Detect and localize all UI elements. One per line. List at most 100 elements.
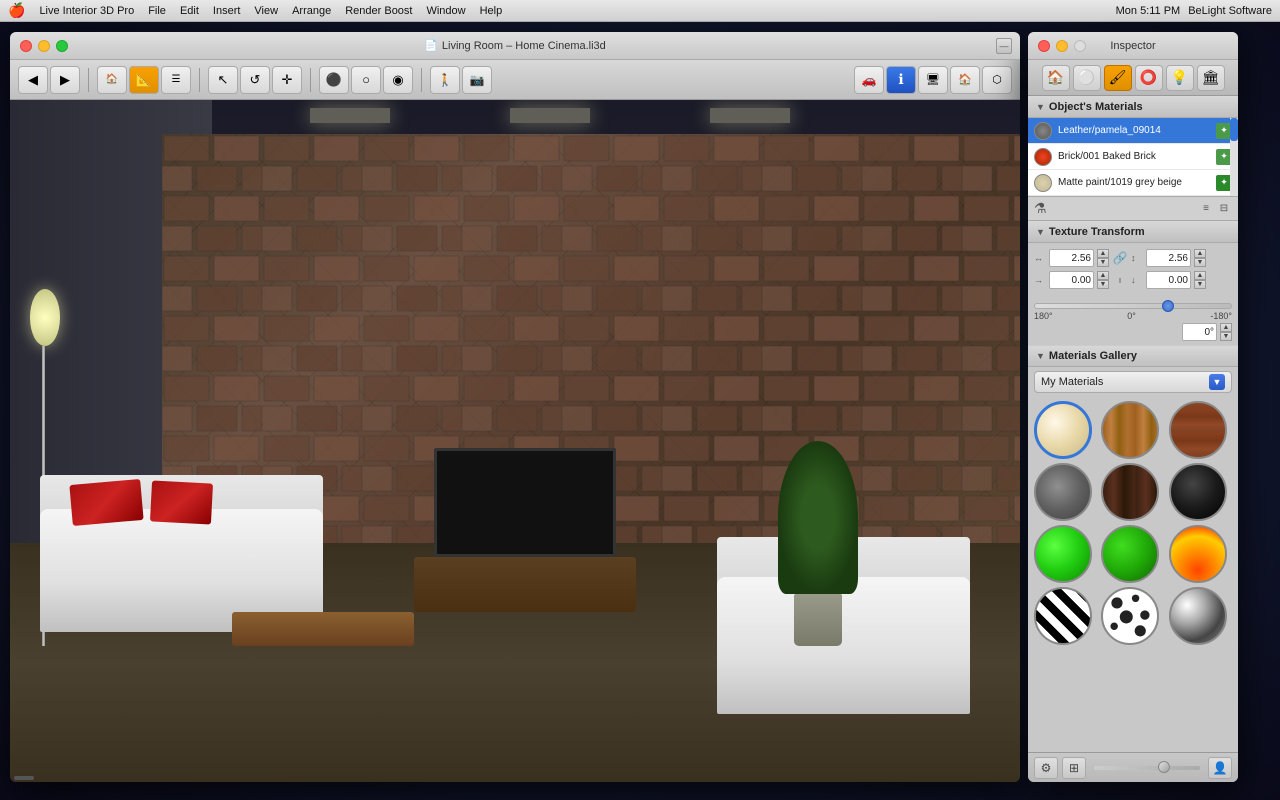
tab-light[interactable]: 💡 bbox=[1166, 65, 1194, 91]
materials-scrollbar[interactable] bbox=[1230, 118, 1238, 196]
nav-toolbar-group: ◀ ▶ bbox=[18, 66, 80, 94]
menu-help[interactable]: Help bbox=[480, 5, 503, 17]
width-step-up[interactable]: ▲ bbox=[1097, 249, 1109, 258]
viewport-scrollbar[interactable] bbox=[14, 776, 34, 780]
forward-button[interactable]: ▶ bbox=[50, 66, 80, 94]
inspector-close-btn[interactable] bbox=[1038, 40, 1050, 52]
monitor-button[interactable]: 🖥 bbox=[918, 66, 948, 94]
menu-file[interactable]: File bbox=[148, 5, 166, 17]
toolbar-sep-1 bbox=[88, 68, 89, 92]
inspector-zoom-slider[interactable] bbox=[1090, 766, 1204, 770]
tab-object[interactable]: ⚪ bbox=[1073, 65, 1101, 91]
info-button[interactable]: ℹ bbox=[886, 66, 916, 94]
x-input[interactable] bbox=[1049, 271, 1094, 289]
menu-app[interactable]: Live Interior 3D Pro bbox=[39, 5, 134, 17]
gallery-ball-chrome[interactable] bbox=[1169, 587, 1227, 645]
3d-view-button[interactable]: 📐 bbox=[129, 66, 159, 94]
tab-material[interactable]: 🖌 bbox=[1104, 65, 1132, 91]
height-step-up[interactable]: ▲ bbox=[1194, 249, 1206, 258]
menubar-time: Mon 5:11 PM bbox=[1116, 5, 1181, 17]
wand-btn-2[interactable]: ⊟ bbox=[1216, 201, 1232, 217]
y-label: ↓ bbox=[1131, 275, 1143, 285]
texture-transform-label: Texture Transform bbox=[1049, 226, 1145, 238]
apple-menu[interactable]: 🍎 bbox=[8, 2, 25, 19]
y-step-up[interactable]: ▲ bbox=[1194, 271, 1206, 280]
tool-toolbar-group: ↖ ↺ ✛ bbox=[208, 66, 302, 94]
gallery-ball-fire[interactable] bbox=[1169, 525, 1227, 583]
gallery-ball-dark-wood[interactable] bbox=[1101, 463, 1159, 521]
gallery-ball-brick[interactable] bbox=[1169, 401, 1227, 459]
plant bbox=[778, 441, 859, 646]
material-item-brick[interactable]: Brick/001 Baked Brick ✦ bbox=[1028, 144, 1238, 170]
sofa-pillow-1 bbox=[69, 479, 143, 526]
gallery-ball-spots[interactable] bbox=[1101, 587, 1159, 645]
menu-window[interactable]: Window bbox=[426, 5, 465, 17]
camera-tool[interactable]: 📷 bbox=[462, 66, 492, 94]
materials-section-arrow: ▼ bbox=[1036, 102, 1045, 112]
select-tool[interactable]: ↖ bbox=[208, 66, 238, 94]
gallery-ball-green-bright[interactable] bbox=[1034, 525, 1092, 583]
render-full[interactable]: ◉ bbox=[383, 66, 413, 94]
y-input[interactable] bbox=[1146, 271, 1191, 289]
window-close-btn[interactable]: — bbox=[996, 38, 1012, 54]
gallery-arrow: ▼ bbox=[1036, 351, 1045, 361]
width-input[interactable] bbox=[1049, 249, 1094, 267]
material-item-leather[interactable]: Leather/pamela_09014 ✦ bbox=[1028, 118, 1238, 144]
gallery-ball-wood-light[interactable] bbox=[1101, 401, 1159, 459]
height-stepper: ▲ ▼ bbox=[1194, 249, 1206, 267]
menu-insert[interactable]: Insert bbox=[213, 5, 241, 17]
menu-view[interactable]: View bbox=[254, 5, 278, 17]
rotation-input[interactable] bbox=[1182, 323, 1217, 341]
home-button[interactable]: 🏠 bbox=[950, 66, 980, 94]
x-label: → bbox=[1034, 275, 1046, 285]
rotation-step-up[interactable]: ▲ bbox=[1220, 323, 1232, 332]
gallery-ball-black[interactable] bbox=[1169, 463, 1227, 521]
width-step-down[interactable]: ▼ bbox=[1097, 258, 1109, 267]
back-button[interactable]: ◀ bbox=[18, 66, 48, 94]
2d-view-button[interactable]: 🏠 bbox=[97, 66, 127, 94]
rotation-slider[interactable] bbox=[1034, 303, 1232, 309]
texture-arrow: ▼ bbox=[1036, 227, 1045, 237]
gallery-ball-stone[interactable] bbox=[1034, 463, 1092, 521]
inspector-settings-btn[interactable]: ⚙ bbox=[1034, 757, 1058, 779]
list-view-button[interactable]: ☰ bbox=[161, 66, 191, 94]
x-step-down[interactable]: ▼ bbox=[1097, 280, 1109, 289]
render-sphere[interactable]: ⚫ bbox=[319, 66, 349, 94]
gallery-ball-green-dark[interactable] bbox=[1101, 525, 1159, 583]
render-circle[interactable]: ○ bbox=[351, 66, 381, 94]
x-step-up[interactable]: ▲ bbox=[1097, 271, 1109, 280]
wand-btn-1[interactable]: ≡ bbox=[1198, 201, 1214, 217]
gallery-ball-cream[interactable] bbox=[1034, 401, 1092, 459]
menu-edit[interactable]: Edit bbox=[180, 5, 199, 17]
sofa-pillow-2 bbox=[150, 480, 213, 524]
minimize-button[interactable] bbox=[38, 40, 50, 52]
menu-arrange[interactable]: Arrange bbox=[292, 5, 331, 17]
close-button[interactable] bbox=[20, 40, 32, 52]
y-step-down[interactable]: ▼ bbox=[1194, 280, 1206, 289]
rotation-step-down[interactable]: ▼ bbox=[1220, 332, 1232, 341]
tour-button[interactable]: 🚗 bbox=[854, 66, 884, 94]
slider-labels: 180° 0° -180° bbox=[1034, 311, 1232, 321]
tab-building[interactable]: 🏠 bbox=[1042, 65, 1070, 91]
inspector-min-btn[interactable] bbox=[1056, 40, 1068, 52]
menu-renderbost[interactable]: Render Boost bbox=[345, 5, 412, 17]
inspector-person-btn[interactable]: 👤 bbox=[1208, 757, 1232, 779]
tab-camera[interactable]: 🏛 bbox=[1197, 65, 1225, 91]
material-name-matte: Matte paint/1019 grey beige bbox=[1058, 177, 1210, 188]
walk-tool[interactable]: 🚶 bbox=[430, 66, 460, 94]
wand-icon[interactable]: ⚗ bbox=[1034, 200, 1047, 217]
inspector-max-btn[interactable] bbox=[1074, 40, 1086, 52]
height-input[interactable] bbox=[1146, 249, 1191, 267]
tab-texture[interactable]: ⭕ bbox=[1135, 65, 1163, 91]
orbit-tool[interactable]: ↺ bbox=[240, 66, 270, 94]
viewport[interactable] bbox=[10, 100, 1020, 782]
gallery-ball-zebra[interactable] bbox=[1034, 587, 1092, 645]
pan-tool[interactable]: ✛ bbox=[272, 66, 302, 94]
share-button[interactable]: ⬡ bbox=[982, 66, 1012, 94]
gallery-dropdown[interactable]: My Materials ▼ bbox=[1034, 371, 1232, 393]
material-item-matte[interactable]: Matte paint/1019 grey beige ✦ bbox=[1028, 170, 1238, 196]
maximize-button[interactable] bbox=[56, 40, 68, 52]
texture-transform-controls: ↔ ▲ ▼ 🔗 ↕ ▲ ▼ → bbox=[1028, 243, 1238, 299]
inspector-add-btn[interactable]: ⊞ bbox=[1062, 757, 1086, 779]
height-step-down[interactable]: ▼ bbox=[1194, 258, 1206, 267]
